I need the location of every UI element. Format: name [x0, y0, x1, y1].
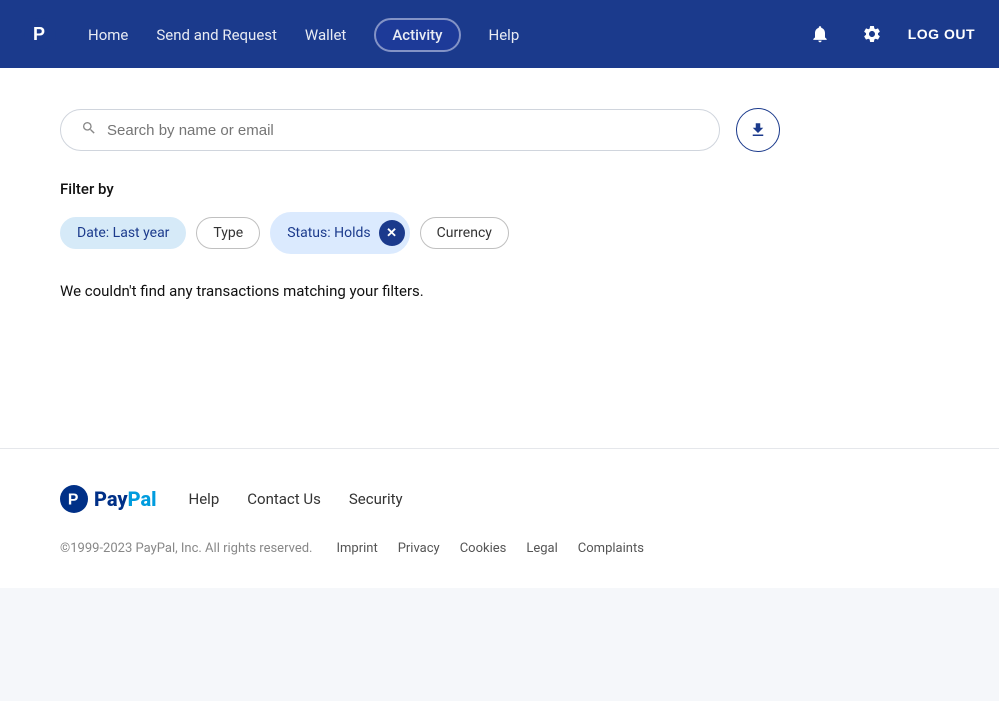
download-icon: [749, 121, 767, 139]
svg-text:P: P: [33, 24, 45, 44]
footer-legal-imprint[interactable]: Imprint: [336, 541, 377, 556]
nav-links: Home Send and Request Wallet Activity He…: [88, 25, 519, 44]
footer-logo: P PayPal: [60, 485, 157, 513]
filter-chip-type[interactable]: Type: [196, 217, 260, 249]
nav-link-home[interactable]: Home: [88, 26, 128, 44]
filter-chip-status-close[interactable]: ✕: [379, 220, 405, 246]
nav-item-send-request[interactable]: Send and Request: [156, 25, 277, 44]
navbar-right: LOG OUT: [804, 18, 975, 50]
footer-nav-links: Help Contact Us Security: [189, 490, 403, 508]
svg-text:P: P: [68, 491, 79, 508]
copyright-text: ©1999-2023 PayPal, Inc. All rights reser…: [60, 541, 312, 556]
logout-button[interactable]: LOG OUT: [908, 26, 975, 42]
filter-chip-status-label: Status: Holds: [287, 225, 370, 241]
nav-item-wallet[interactable]: Wallet: [305, 25, 346, 44]
settings-button[interactable]: [856, 18, 888, 50]
footer-top: P PayPal Help Contact Us Security: [60, 485, 939, 513]
nav-link-help[interactable]: Help: [489, 26, 520, 44]
navbar-logo: P: [24, 18, 56, 50]
footer-legal-complaints[interactable]: Complaints: [578, 541, 644, 556]
footer-link-security[interactable]: Security: [349, 490, 403, 508]
download-button[interactable]: [736, 108, 780, 152]
filter-chips: Date: Last year Type Status: Holds ✕ Cur…: [60, 212, 939, 254]
nav-link-activity[interactable]: Activity: [374, 18, 460, 52]
footer-legal-legal[interactable]: Legal: [526, 541, 557, 556]
filter-chip-currency[interactable]: Currency: [420, 217, 509, 249]
search-input[interactable]: [107, 122, 699, 139]
footer-bottom: ©1999-2023 PayPal, Inc. All rights reser…: [60, 541, 939, 556]
navbar: P Home Send and Request Wallet Activity …: [0, 0, 999, 68]
footer-logo-icon: P: [60, 485, 88, 513]
search-bar: [60, 109, 720, 151]
filter-section: Filter by Date: Last year Type Status: H…: [60, 180, 939, 254]
nav-item-home[interactable]: Home: [88, 25, 128, 44]
nav-item-help[interactable]: Help: [489, 25, 520, 44]
footer-link-contact[interactable]: Contact Us: [247, 490, 321, 508]
paypal-logo-icon: P: [24, 18, 56, 50]
bell-icon: [810, 24, 830, 44]
footer-legal-links: Imprint Privacy Cookies Legal Complaints: [336, 541, 643, 556]
main-content: Filter by Date: Last year Type Status: H…: [0, 68, 999, 448]
footer-paypal-text: PayPal: [94, 487, 157, 511]
footer-paypal-light: Pal: [128, 487, 157, 511]
footer-paypal-blue: Pay: [94, 487, 128, 511]
gear-icon: [862, 24, 882, 44]
footer: P PayPal Help Contact Us Security ©1999-…: [0, 449, 999, 588]
search-icon: [81, 120, 97, 140]
search-container: [60, 108, 939, 152]
nav-item-activity[interactable]: Activity: [374, 25, 460, 44]
nav-link-wallet[interactable]: Wallet: [305, 26, 346, 44]
filter-chip-date[interactable]: Date: Last year: [60, 217, 186, 249]
notifications-button[interactable]: [804, 18, 836, 50]
footer-link-help[interactable]: Help: [189, 490, 220, 508]
footer-legal-privacy[interactable]: Privacy: [398, 541, 440, 556]
footer-legal-cookies[interactable]: Cookies: [460, 541, 507, 556]
nav-link-send-request[interactable]: Send and Request: [156, 26, 277, 44]
no-results-message: We couldn't find any transactions matchi…: [60, 282, 939, 300]
filter-label: Filter by: [60, 180, 939, 198]
navbar-left: P Home Send and Request Wallet Activity …: [24, 18, 519, 50]
filter-chip-status[interactable]: Status: Holds ✕: [270, 212, 409, 254]
